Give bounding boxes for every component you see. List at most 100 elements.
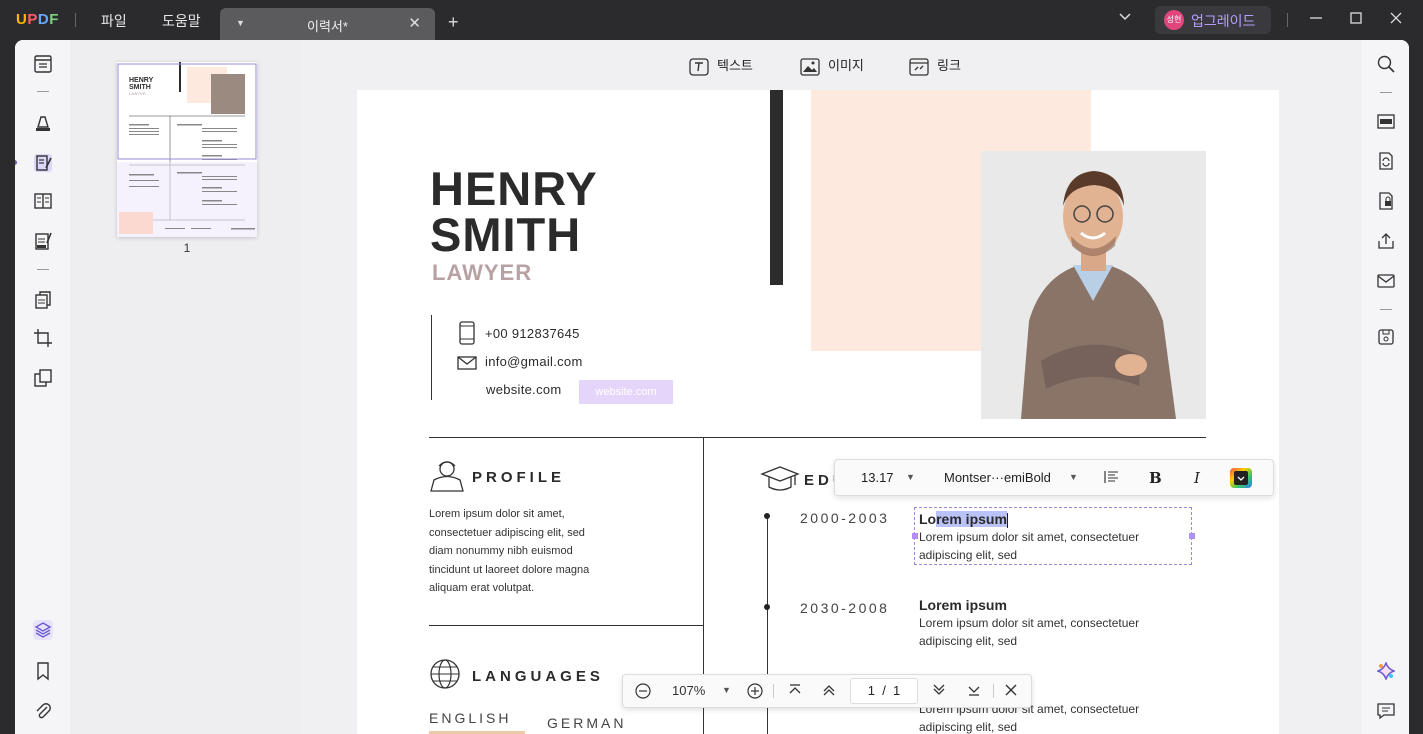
website-highlight[interactable]: website.com bbox=[579, 380, 673, 404]
divider bbox=[1380, 309, 1392, 310]
email-text[interactable]: info@gmail.com bbox=[485, 354, 583, 369]
maximize-icon[interactable] bbox=[1349, 11, 1363, 29]
education-description[interactable]: Lorem ipsum dolor sit amet, consectetuer… bbox=[919, 614, 1194, 650]
name-heading[interactable]: HENRY SMITH bbox=[430, 162, 598, 258]
education-title[interactable]: Lorem ipsum bbox=[919, 597, 1007, 613]
role-title[interactable]: LAWYER bbox=[432, 260, 532, 286]
document-tab[interactable]: ▼ 이력서* ✕ bbox=[220, 8, 435, 40]
last-page-icon[interactable] bbox=[966, 682, 982, 701]
copy-pages-icon[interactable] bbox=[33, 368, 53, 388]
italic-button[interactable]: I bbox=[1194, 469, 1200, 487]
attachment-icon[interactable] bbox=[33, 701, 53, 721]
page-number-input[interactable]: 1 / 1 bbox=[850, 678, 918, 704]
education-years[interactable]: 2030-2008 bbox=[800, 600, 889, 616]
phone-text[interactable]: +00 912837645 bbox=[485, 326, 580, 341]
edit-pdf-icon[interactable] bbox=[33, 153, 53, 173]
languages-heading[interactable]: LANGUAGES bbox=[472, 668, 604, 685]
profile-photo[interactable] bbox=[981, 151, 1206, 419]
page-layout-icon[interactable] bbox=[33, 191, 53, 211]
convert-icon[interactable] bbox=[1377, 152, 1395, 170]
comment-icon[interactable] bbox=[33, 113, 53, 133]
zoom-dropdown-icon[interactable]: ▼ bbox=[722, 685, 731, 695]
font-size-select[interactable]: 13.17 bbox=[861, 470, 894, 485]
contact-divider bbox=[431, 315, 432, 400]
close-tab-icon[interactable]: ✕ bbox=[408, 14, 421, 32]
divider bbox=[37, 91, 49, 92]
education-desc-line: adipiscing elit, sed bbox=[919, 634, 1018, 648]
resume-page: HENRY SMITH LAWYER +00 912837645 info@gm… bbox=[357, 90, 1279, 734]
accent-bar bbox=[770, 90, 783, 285]
close-window-icon[interactable] bbox=[1389, 11, 1403, 29]
previous-page-icon[interactable] bbox=[821, 682, 837, 701]
section-divider bbox=[429, 625, 703, 626]
text-color-icon[interactable] bbox=[1229, 467, 1253, 492]
ocr-icon[interactable] bbox=[1377, 112, 1395, 130]
crop-icon[interactable] bbox=[33, 328, 53, 348]
form-icon[interactable] bbox=[33, 231, 53, 251]
active-indicator bbox=[15, 160, 17, 165]
minimize-icon[interactable] bbox=[1309, 11, 1323, 29]
layers-icon[interactable] bbox=[33, 620, 53, 640]
tab-title: 이력서* bbox=[307, 19, 348, 34]
education-years[interactable]: 2000-2003 bbox=[800, 510, 889, 526]
svg-text:LAWYER: LAWYER bbox=[129, 91, 146, 96]
bookmark-icon[interactable] bbox=[33, 661, 53, 681]
share-icon[interactable] bbox=[1377, 232, 1395, 250]
font-family-select[interactable]: Montser···emiBold bbox=[944, 470, 1051, 485]
zoom-level[interactable]: 107% bbox=[672, 683, 705, 698]
website-text[interactable]: website.com bbox=[486, 382, 562, 397]
svg-text:HENRY: HENRY bbox=[129, 77, 154, 84]
profile-line: tincidunt ut laoreet dolore magna bbox=[429, 563, 590, 576]
page-thumbnail[interactable]: HENRY SMITH LAWYER bbox=[117, 62, 257, 237]
font-family-dropdown-icon[interactable]: ▼ bbox=[1069, 472, 1078, 482]
zoom-in-icon[interactable] bbox=[746, 682, 764, 703]
left-toolbar bbox=[15, 40, 70, 734]
language-english[interactable]: ENGLISH bbox=[429, 710, 511, 726]
profile-text[interactable]: Lorem ipsum dolor sit amet, consectetuer… bbox=[429, 505, 589, 598]
total-pages: 1 bbox=[893, 683, 901, 698]
add-link-button[interactable]: 링크 bbox=[909, 55, 961, 76]
upgrade-button[interactable]: 성현 업그레이드 bbox=[1155, 6, 1271, 34]
app-logo: UPDF bbox=[16, 11, 59, 28]
first-page-icon[interactable] bbox=[787, 682, 803, 701]
tab-list-chevron-icon[interactable] bbox=[1118, 9, 1132, 27]
text-format-toolbar: 13.17 ▼ Montser···emiBold ▼ B I bbox=[834, 459, 1274, 496]
resize-handle-left[interactable] bbox=[912, 533, 918, 539]
reader-icon[interactable] bbox=[33, 54, 53, 74]
timeline-dot bbox=[764, 604, 770, 610]
divider bbox=[773, 684, 774, 698]
add-image-label: 이미지 bbox=[828, 58, 864, 73]
comments-panel-icon[interactable] bbox=[1377, 702, 1395, 720]
first-name: HENRY bbox=[430, 162, 598, 215]
divider bbox=[1380, 92, 1392, 93]
profile-line: aliquam erat volutpat. bbox=[429, 582, 535, 594]
add-image-button[interactable]: 이미지 bbox=[800, 55, 864, 76]
add-text-button[interactable]: 텍스트 bbox=[689, 55, 753, 76]
bold-button[interactable]: B bbox=[1149, 469, 1162, 487]
document-area: 텍스트 이미지 링크 HENRY SMITH LAWYER +00 912837… bbox=[302, 40, 1362, 734]
menu-help[interactable]: 도움말 bbox=[162, 11, 201, 31]
resize-handle-right[interactable] bbox=[1189, 533, 1195, 539]
menu-file[interactable]: 파일 bbox=[101, 11, 127, 31]
ai-assistant-icon[interactable] bbox=[1375, 660, 1397, 682]
organize-pages-icon[interactable] bbox=[33, 290, 53, 310]
thumbnail-panel: HENRY SMITH LAWYER 1 bbox=[70, 40, 302, 734]
text-edit-box[interactable] bbox=[914, 507, 1192, 565]
add-text-label: 텍스트 bbox=[717, 58, 753, 73]
next-page-icon[interactable] bbox=[931, 682, 947, 701]
save-icon[interactable] bbox=[1377, 328, 1395, 346]
zoom-out-icon[interactable] bbox=[634, 682, 652, 703]
phone-icon bbox=[457, 321, 477, 345]
align-left-icon[interactable] bbox=[1103, 469, 1119, 488]
divider bbox=[75, 13, 76, 27]
profile-heading[interactable]: PROFILE bbox=[472, 469, 565, 486]
language-german[interactable]: GERMAN bbox=[547, 715, 626, 731]
protect-icon[interactable] bbox=[1377, 192, 1395, 210]
new-tab-icon[interactable]: + bbox=[448, 12, 459, 33]
close-nav-icon[interactable] bbox=[1003, 682, 1019, 701]
profile-line: diam nonummy nibh euismod bbox=[429, 545, 573, 557]
font-size-dropdown-icon[interactable]: ▼ bbox=[906, 472, 915, 482]
email-icon[interactable] bbox=[1377, 272, 1395, 290]
search-icon[interactable] bbox=[1377, 55, 1395, 73]
profile-line: consectetuer adipiscing elit, sed bbox=[429, 526, 585, 539]
